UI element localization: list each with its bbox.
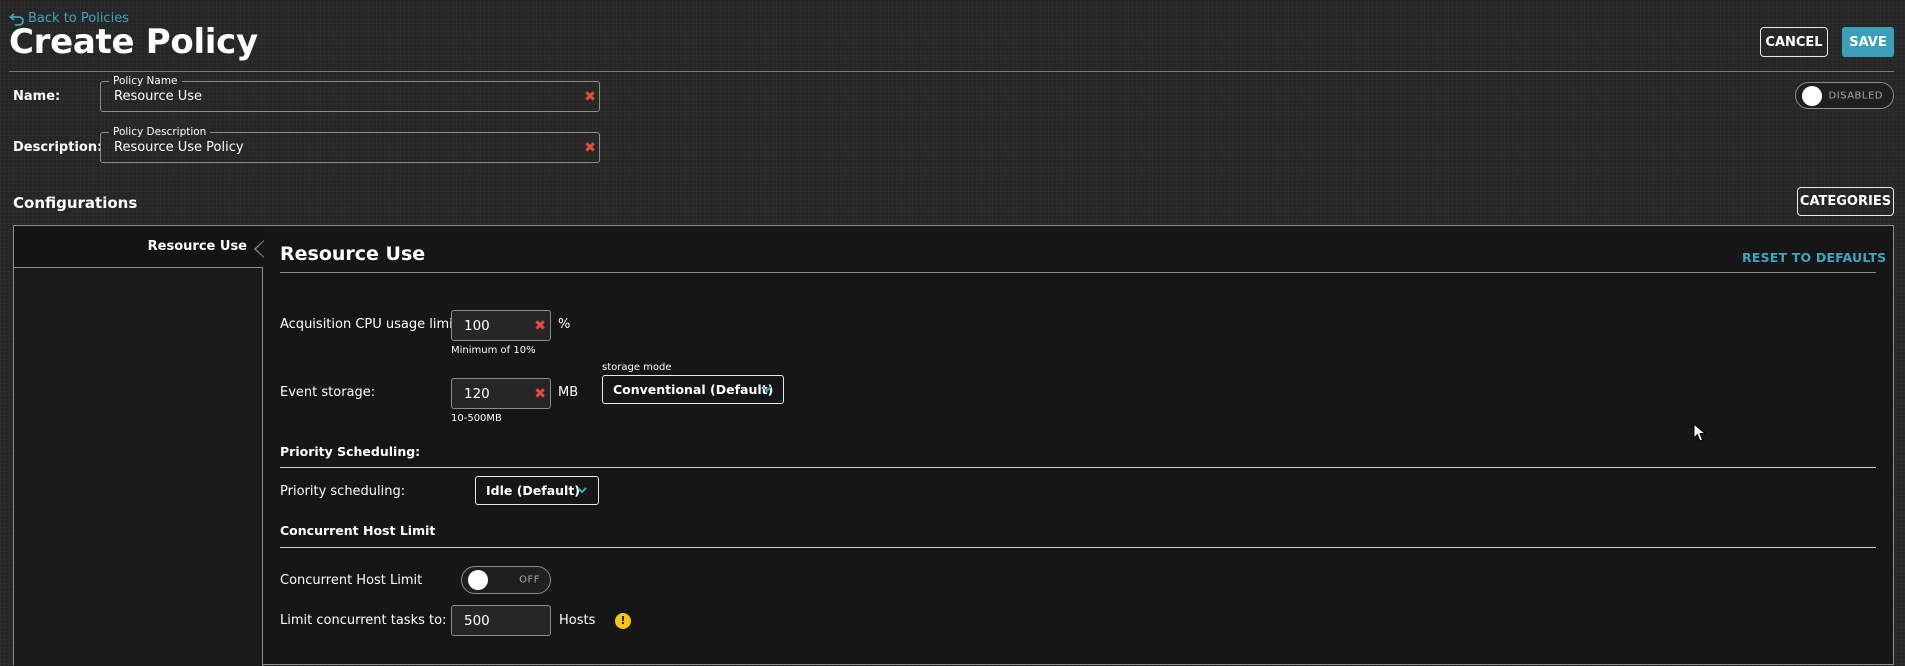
save-button[interactable]: SAVE — [1842, 27, 1894, 57]
mouse-cursor-icon — [1693, 423, 1707, 442]
event-storage-hint: 10-500MB — [451, 413, 502, 424]
priority-scheduling-value: Idle (Default) — [486, 483, 581, 498]
priority-scheduling-heading: Priority Scheduling: — [280, 444, 421, 459]
storage-mode-label: storage mode — [602, 362, 672, 373]
name-label: Name: — [13, 89, 61, 104]
policy-description-field[interactable]: Policy Description Resource Use Policy ✖ — [100, 125, 600, 163]
categories-button[interactable]: CATEGORIES — [1797, 187, 1894, 216]
limit-concurrent-tasks-input[interactable]: 500 — [451, 605, 551, 636]
policy-status-label: DISABLED — [1828, 90, 1883, 101]
clear-icon[interactable]: ✖ — [534, 387, 546, 401]
storage-mode-value: Conventional (Default) — [613, 382, 774, 397]
nav-pointer-inner — [256, 241, 264, 257]
clear-icon[interactable]: ✖ — [584, 141, 596, 155]
policy-description-value: Resource Use Policy — [114, 140, 244, 155]
limit-concurrent-tasks-value: 500 — [464, 613, 490, 629]
concurrent-host-limit-label: Concurrent Host Limit — [280, 573, 423, 588]
policy-name-legend: Policy Name — [109, 74, 182, 88]
toggle-knob — [468, 570, 488, 590]
concurrent-host-limit-toggle[interactable]: OFF — [461, 566, 551, 594]
cpu-usage-value: 100 — [464, 318, 490, 334]
event-storage-unit: MB — [558, 385, 579, 400]
reset-to-defaults-link[interactable]: RESET TO DEFAULTS — [1742, 250, 1886, 265]
chevron-down-icon — [577, 487, 587, 494]
concurrent-divider — [280, 547, 1876, 548]
concurrent-host-limit-heading: Concurrent Host Limit — [280, 523, 436, 538]
header-divider — [9, 71, 1894, 72]
category-nav — [14, 226, 263, 666]
configurations-title: Configurations — [13, 194, 138, 212]
priority-scheduling-label: Priority scheduling: — [280, 484, 406, 499]
cpu-unit: % — [558, 317, 571, 332]
policy-description-legend: Policy Description — [109, 125, 211, 139]
concurrent-host-limit-toggle-label: OFF — [519, 574, 540, 586]
description-label: Description: — [13, 140, 103, 155]
page-title: Create Policy — [9, 22, 258, 62]
clear-icon[interactable]: ✖ — [534, 319, 546, 333]
limit-concurrent-tasks-label: Limit concurrent tasks to: — [280, 613, 447, 628]
chevron-down-icon — [762, 386, 772, 393]
policy-name-field[interactable]: Policy Name Resource Use ✖ — [100, 74, 600, 112]
policy-name-value: Resource Use — [114, 89, 203, 104]
cpu-usage-input[interactable]: 100 ✖ — [451, 310, 551, 341]
storage-mode-select[interactable]: Conventional (Default) — [602, 375, 784, 404]
limit-unit: Hosts — [559, 613, 596, 628]
event-storage-label: Event storage: — [280, 385, 376, 400]
event-storage-value: 120 — [464, 386, 490, 402]
policy-status-toggle[interactable]: DISABLED — [1795, 82, 1894, 109]
resource-use-title: Resource Use — [280, 243, 426, 265]
toggle-knob — [1802, 85, 1822, 106]
priority-divider — [280, 467, 1876, 468]
warning-icon[interactable]: ! — [615, 613, 631, 629]
event-storage-input[interactable]: 120 ✖ — [451, 378, 551, 409]
priority-scheduling-select[interactable]: Idle (Default) — [475, 476, 599, 505]
cpu-usage-label: Acquisition CPU usage limit — [280, 317, 458, 332]
nav-item-resource-use[interactable]: Resource Use — [14, 226, 263, 268]
cpu-hint: Minimum of 10% — [451, 345, 536, 356]
clear-icon[interactable]: ✖ — [584, 90, 596, 104]
content-title-divider — [280, 272, 1876, 273]
cancel-button[interactable]: CANCEL — [1760, 27, 1828, 57]
